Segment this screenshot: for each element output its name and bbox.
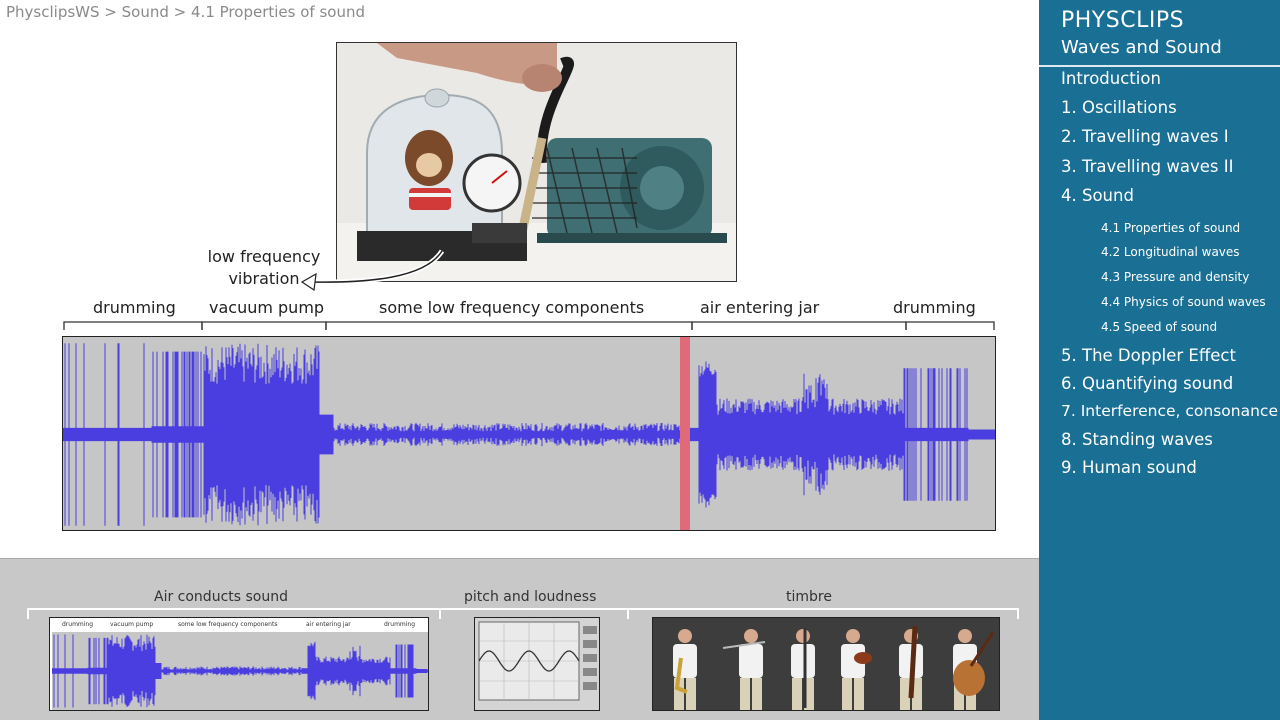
thumb-label-pitch-and-loudness: pitch and loudness [464,589,597,605]
annotation-arrow-icon [300,249,445,292]
thumb-timbre[interactable] [652,617,1000,711]
segment-label-drumming-2: drumming [893,298,976,317]
breadcrumb-separator: > [173,3,187,21]
bell-jar-video[interactable] [336,42,737,282]
mini-segment-low-frequency: some low frequency components [178,621,277,628]
sidebar-nav: PHYSCLIPS Waves and Sound Introduction 1… [1039,0,1280,720]
thumb-label-timbre: timbre [786,589,832,605]
mini-segment-air-entering-jar: air entering jar [306,621,351,628]
related-clips-strip: Air conducts sound pitch and loudness ti… [0,558,1039,720]
nav-subitem-physics-of-sound-waves[interactable]: 4.4 Physics of sound waves [1101,295,1266,309]
nav-item-quantifying-sound[interactable]: 6. Quantifying sound [1061,374,1233,393]
thumb-pitch-and-loudness[interactable] [474,617,600,711]
breadcrumb-current-page: 4.1 Properties of sound [191,3,365,21]
segment-label-vacuum-pump: vacuum pump [209,298,325,317]
nav-subitem-pressure-and-density[interactable]: 4.3 Pressure and density [1101,270,1249,284]
mini-segment-drumming-2: drumming [384,621,415,628]
audio-waveform[interactable] [62,336,996,531]
thumb-label-air-conducts-sound: Air conducts sound [154,589,288,605]
segment-label-low-frequency: some low frequency components [379,298,645,317]
thumb-air-conducts-sound[interactable]: drumming vacuum pump some low frequency … [49,617,429,711]
nav-item-doppler-effect[interactable]: 5. The Doppler Effect [1061,346,1236,365]
nav-item-standing-waves[interactable]: 8. Standing waves [1061,430,1213,449]
app-title[interactable]: PHYSCLIPS [1061,8,1184,33]
mini-segment-drumming-1: drumming [62,621,93,628]
mini-segment-vacuum-pump: vacuum pump [110,621,153,628]
waveform-plot [63,337,995,530]
segment-label-drumming-1: drumming [93,298,176,317]
nav-item-travelling-waves-2[interactable]: 3. Travelling waves II [1061,157,1233,176]
nav-item-oscillations[interactable]: 1. Oscillations [1061,98,1177,117]
nav-item-sound[interactable]: 4. Sound [1061,186,1134,205]
nav-subitem-speed-of-sound[interactable]: 4.5 Speed of sound [1101,320,1217,334]
nav-item-interference-consonance[interactable]: 7. Interference, consonance [1061,402,1278,420]
nav-subitem-properties-of-sound[interactable]: 4.1 Properties of sound [1101,221,1240,235]
nav-item-travelling-waves-1[interactable]: 2. Travelling waves I [1061,127,1229,146]
segment-label-air-entering-jar: air entering jar [700,298,820,317]
playhead-marker [680,337,690,530]
app-subtitle[interactable]: Waves and Sound [1061,37,1222,58]
nav-subitem-longitudinal-waves[interactable]: 4.2 Longitudinal waves [1101,245,1240,259]
segment-brackets [63,321,995,330]
breadcrumb: PhysclipsWS > Sound > 4.1 Properties of … [6,3,365,21]
breadcrumb-separator: > [104,3,117,21]
nav-item-human-sound[interactable]: 9. Human sound [1061,458,1197,477]
sidebar-divider [1039,65,1280,67]
breadcrumb-physclipsws[interactable]: PhysclipsWS [6,3,100,21]
nav-item-introduction[interactable]: Introduction [1061,69,1161,88]
breadcrumb-sound[interactable]: Sound [122,3,169,21]
